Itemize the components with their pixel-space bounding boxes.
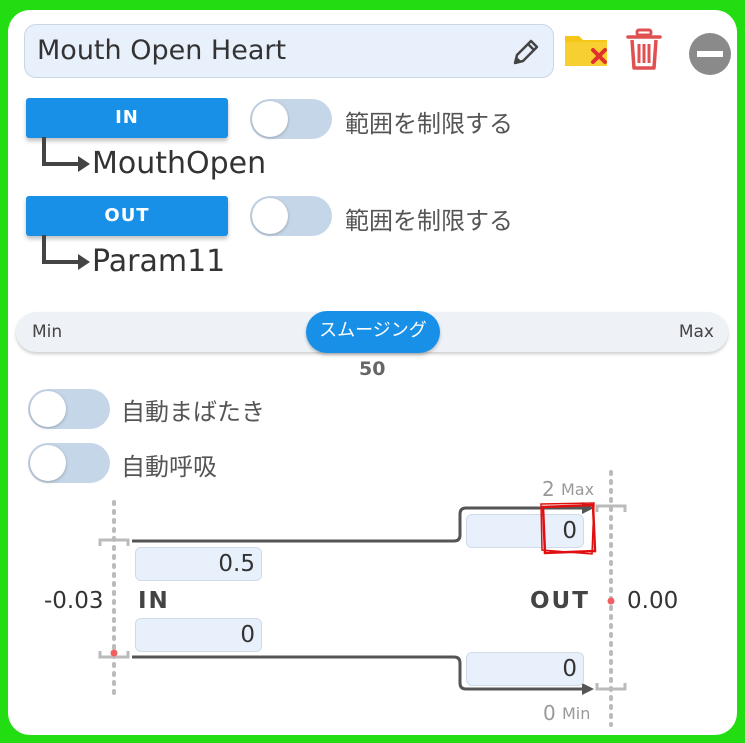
out-max-tag: Max — [561, 480, 595, 499]
out-max-number: 2 — [542, 477, 555, 501]
out-min-tag: Min — [562, 704, 591, 723]
mapping-card: Mouth Open Heart IN 範囲を制限する MouthOpen OU… — [8, 10, 737, 735]
out-min-input[interactable]: 0 — [466, 652, 584, 686]
in-current-value: -0.03 — [44, 588, 104, 614]
in-min-input[interactable]: 0 — [135, 618, 262, 652]
mapping-graph — [98, 470, 627, 727]
highlight-annotation — [540, 502, 597, 555]
out-min-number: 0 — [543, 701, 556, 725]
out-label: OUT — [530, 588, 590, 614]
out-current-value: 0.00 — [627, 588, 679, 614]
in-max-input[interactable]: 0.5 — [135, 547, 262, 581]
in-label: IN — [138, 588, 170, 614]
